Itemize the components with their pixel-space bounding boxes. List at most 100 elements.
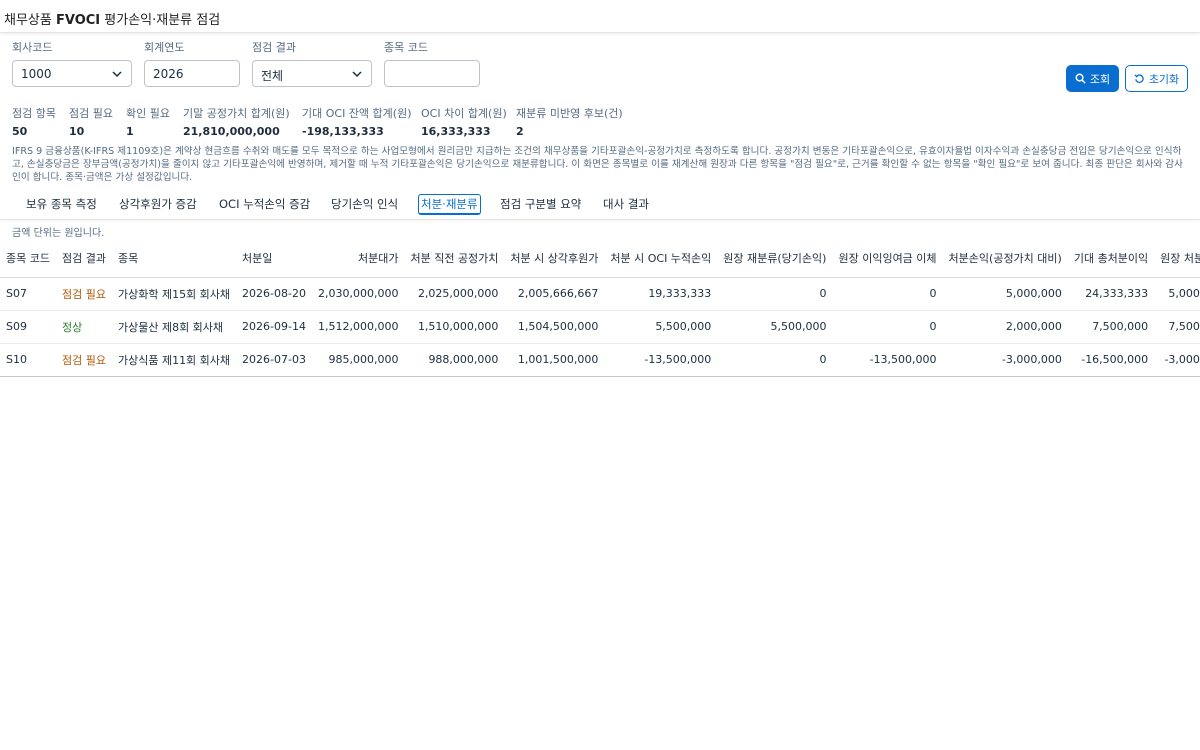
cell-item-code: S07 — [0, 277, 56, 311]
kpi-value: 21,810,000,000 — [183, 125, 280, 138]
cell-amount: 985,000,000 — [328, 353, 399, 366]
cell-item-name: 가상물산 제8회 회사채 — [111, 310, 237, 344]
tab-summary-by-category[interactable]: 점검 구분별 요약 — [500, 196, 581, 212]
cell-amount: 5,500,000 — [604, 310, 718, 344]
reset-icon — [1134, 74, 1144, 83]
reset-button-label: 초기화 — [1148, 73, 1180, 86]
column-header[interactable]: 종목 — [111, 240, 237, 278]
column-header[interactable]: 처분 시 OCI 누적손익 — [604, 240, 718, 278]
tab-disposal-reclassification[interactable]: 처분·재분류 — [418, 194, 481, 215]
fiscal-year-input[interactable]: 2026 — [144, 60, 240, 87]
kpi-reclass-candidates: 재분류 미반영 후보(건) 2 — [516, 105, 623, 138]
kpi-summary: 점검 항목 50 점검 필요 10 확인 필요 1 기말 공정가치 합계(원) … — [0, 105, 1200, 145]
cell-amount: -3,000,000 — [1164, 353, 1200, 366]
kpi-fair-value-total: 기말 공정가치 합계(원) 21,810,000,000 — [183, 105, 290, 138]
column-header[interactable]: 원장 재분류(당기손익) — [717, 240, 833, 278]
title-suffix: 평가손익·재분류 점검 — [100, 13, 221, 28]
cell-amount: -16,500,000 — [1081, 353, 1149, 366]
unit-note: 금액 단위는 원입니다. — [12, 228, 105, 239]
kpi-value: 1 — [126, 125, 134, 138]
tab-oci-cumulative-change[interactable]: OCI 누적손익 증감 — [219, 196, 310, 212]
cell-item-name: 가상화학 제15회 회사채 — [111, 277, 237, 311]
kpi-label: 점검 항목 — [12, 107, 56, 120]
cell-amount: 19,333,333 — [604, 277, 718, 311]
search-button-label: 조회 — [1089, 73, 1111, 86]
kpi-label: 기말 공정가치 합계(원) — [183, 107, 290, 120]
tab-profit-loss-recognition[interactable]: 당기손익 인식 — [331, 196, 398, 212]
kpi-value: 16,333,333 — [421, 125, 491, 138]
search-icon — [1075, 73, 1086, 84]
company-code-label: 회사코드 — [12, 41, 53, 54]
tab-amortized-cost-change[interactable]: 상각후원가 증감 — [119, 196, 197, 212]
cell-amount: 2,030,000,000 — [311, 277, 405, 311]
cell-check-result: 점검 필요 — [55, 277, 112, 311]
kpi-label: 재분류 미반영 후보(건) — [516, 107, 623, 120]
table-row[interactable]: S10 점검 필요 가상식품 제11회 회사채 2026-07-03 985,0… — [0, 343, 1200, 376]
cell-amount: -13,500,000 — [869, 353, 937, 366]
kpi-expected-oci-total: 기대 OCI 잔액 합계(원) -198,133,333 — [302, 105, 412, 138]
column-header[interactable]: 처분 직전 공정가치 — [404, 240, 505, 278]
company-code-select[interactable]: 1000 — [12, 60, 132, 87]
column-header[interactable]: 원장 처분손익 — [1154, 240, 1200, 278]
search-button[interactable]: 조회 — [1066, 65, 1119, 92]
cell-disposal-date: 2026-07-03 — [242, 353, 306, 366]
column-header[interactable]: 원장 이익잉여금 이체 — [832, 240, 943, 278]
kpi-needs-confirm: 확인 필요 1 — [126, 105, 170, 138]
cell-amount: -3,000,000 — [1001, 353, 1062, 366]
cell-amount: 0 — [832, 277, 943, 311]
cell-item-code: S09 — [0, 310, 56, 344]
column-header[interactable]: 처분대가 — [311, 240, 405, 278]
check-result-value: 전체 — [261, 69, 284, 83]
column-header[interactable]: 처분손익(공정가치 대비) — [942, 240, 1068, 278]
cell-amount: 0 — [832, 310, 943, 344]
title-prefix: 채무상품 — [4, 13, 56, 28]
cell-amount: 2,025,000,000 — [404, 277, 505, 311]
column-header[interactable]: 처분 시 상각후원가 — [504, 240, 605, 278]
kpi-value: 10 — [69, 125, 85, 138]
tab-reconciliation-result[interactable]: 대사 결과 — [603, 196, 649, 212]
company-code-field: 회사코드 1000 — [12, 39, 132, 87]
cell-amount: 5,500,000 — [717, 310, 833, 344]
column-header[interactable]: 점검 결과 — [55, 240, 112, 278]
cell-amount: 7,500,000 — [1067, 310, 1155, 344]
page-title: 채무상품 FVOCI 평가손익·재분류 점검 — [0, 0, 1200, 33]
kpi-label: 점검 필요 — [69, 107, 113, 120]
cell-amount: 5,000,000 — [1154, 277, 1200, 311]
cell-amount: 5,000,000 — [942, 277, 1068, 311]
column-header[interactable]: 기대 총처분이익 — [1067, 240, 1155, 278]
disposal-table-container[interactable]: 종목 코드 점검 결과 종목 처분일 처분대가 처분 직전 공정가치 처분 시 … — [0, 240, 1200, 377]
reset-button[interactable]: 초기화 — [1125, 65, 1188, 92]
cell-disposal-date: 2026-08-20 — [236, 277, 312, 311]
cell-amount: 1,510,000,000 — [404, 310, 505, 344]
table-row[interactable]: S07 점검 필요 가상화학 제15회 회사채 2026-08-20 2,030… — [0, 277, 1200, 311]
kpi-needs-check: 점검 필요 10 — [69, 105, 113, 138]
cell-amount: 988,000,000 — [428, 353, 499, 366]
item-code-field: 종목 코드 — [384, 39, 480, 87]
fiscal-year-label: 회계연도 — [144, 41, 185, 54]
cell-check-result: 정상 — [55, 310, 112, 344]
title-bold: FVOCI — [55, 13, 101, 28]
cell-amount: -13,500,000 — [644, 353, 712, 366]
company-code-value: 1000 — [21, 67, 52, 81]
check-result-field: 점검 결과 전체 — [252, 39, 372, 87]
cell-item-name: 가상식품 제11회 회사채 — [117, 353, 231, 367]
column-header[interactable]: 처분일 — [236, 240, 312, 278]
tab-holdings-measurement[interactable]: 보유 종목 측정 — [26, 196, 97, 212]
filter-bar: 회사코드 1000 회계연도 2026 점검 결과 전체 종목 코드 — [0, 33, 1200, 97]
cell-amount: 24,333,333 — [1067, 277, 1155, 311]
cell-amount: 0 — [819, 353, 827, 366]
fiscal-year-field: 회계연도 2026 — [144, 39, 240, 87]
fiscal-year-value: 2026 — [153, 67, 184, 81]
kpi-oci-diff-total: OCI 차이 합계(원) 16,333,333 — [421, 105, 507, 138]
table-row[interactable]: S09 정상 가상물산 제8회 회사채 2026-09-14 1,512,000… — [0, 310, 1200, 344]
chevron-down-icon — [352, 71, 362, 78]
cell-amount: 7,500,000 — [1154, 310, 1200, 344]
cell-disposal-date: 2026-09-14 — [236, 310, 312, 344]
item-code-input[interactable] — [384, 60, 480, 87]
column-header[interactable]: 종목 코드 — [0, 240, 56, 278]
cell-amount: 1,001,500,000 — [517, 353, 599, 366]
description-text: IFRS 9 금융상품(K-IFRS 제1109호)은 계약상 현금흐름 수취와… — [12, 146, 1183, 183]
kpi-total-items: 점검 항목 50 — [12, 105, 56, 138]
table-header-row: 종목 코드 점검 결과 종목 처분일 처분대가 처분 직전 공정가치 처분 시 … — [0, 240, 1200, 278]
check-result-select[interactable]: 전체 — [252, 60, 372, 87]
